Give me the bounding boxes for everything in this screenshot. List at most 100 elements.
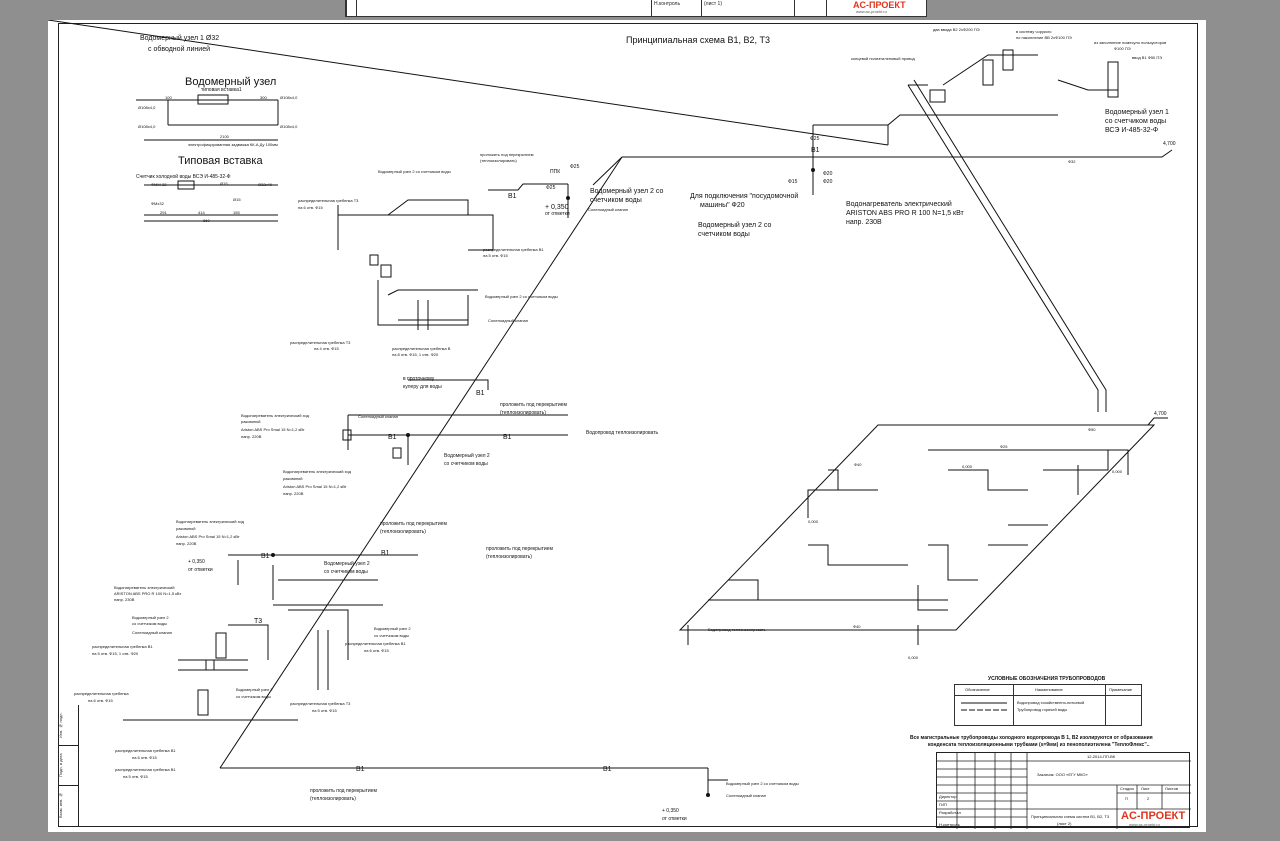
note: Водомерный узел 2 со счетчиком воды: [485, 294, 558, 299]
note: В1: [508, 193, 517, 200]
plan-label: Ф40: [854, 462, 862, 467]
plan-label: Ф50: [1088, 427, 1096, 432]
meter-title-1: Водомерный узел 1 Ø32: [140, 35, 220, 42]
meter-insert-label: типовая вставка1: [201, 87, 242, 93]
note: распределительная гребенка Т3: [298, 198, 359, 203]
note: на 6 отв. Ф15: [132, 755, 157, 760]
stage-value: П: [1125, 796, 1128, 801]
sheets-label: Листов: [1165, 786, 1178, 791]
insert-dim: ФММ-32: [151, 182, 167, 187]
prev-cell: [356, 0, 649, 16]
note: В1: [476, 390, 485, 397]
plan-label: 0,000: [808, 519, 819, 524]
meter-title-2: с обводной линией: [148, 46, 210, 53]
note: ARISTON ABS PRO R 100 N=1,5 кВт: [846, 210, 964, 217]
note: В1: [381, 550, 390, 557]
stage-label: Стадия: [1120, 786, 1134, 791]
customer: Заказчик: ООО «ЕГУ МКО»: [1037, 772, 1088, 777]
role: Директор: [939, 794, 957, 799]
note: Водопровод теплоизолировать: [586, 430, 659, 436]
note: на 6 отв. Ф15: [88, 698, 113, 703]
bottom-note: Все магистральные трубопроводы холодного…: [910, 735, 1153, 741]
meter-dim: 100: [165, 95, 172, 100]
note: проложить под перекрытием: [310, 788, 377, 794]
note: распределительная гребенка: [74, 691, 129, 696]
note: В1: [356, 766, 365, 773]
note: ARISTON ABS PRO R 100 N=1,5 кВт: [114, 591, 182, 596]
sheet-value: 2: [1147, 796, 1150, 801]
note: раковиной: [176, 526, 196, 531]
note: ВСЭ И-485-32-Ф: [1105, 127, 1159, 134]
note: распределительная гребенка В1: [345, 641, 406, 646]
note: распределительная гребенка Т3: [290, 340, 351, 345]
note: В1: [388, 434, 397, 441]
note: Водомерный узел 2 со: [590, 188, 664, 195]
insert-dim: 155: [233, 210, 240, 215]
note: со счетчиком воды: [374, 633, 409, 638]
note: + 0,350: [545, 204, 569, 211]
legend-col-divider: [1013, 685, 1014, 725]
meter-valve-note: электрофицированная задвижка КК-А Ду 100…: [188, 142, 278, 147]
previous-sheet-tail: Н.контроль (лист 1) AC-ПРОЕКТ www.ac-pro…: [345, 0, 927, 17]
prev-logo-site: www.ac-proekt.ru: [856, 9, 887, 14]
prev-cell: [826, 0, 854, 16]
note: Соленоидный клапан: [358, 414, 398, 419]
insert-dim: ФМх32: [151, 201, 164, 206]
note: В1: [261, 553, 270, 560]
meter-dim: Ø108х4,0: [280, 124, 298, 129]
note: от отметки: [545, 211, 570, 217]
note: Водонагреватель электрический ход: [283, 469, 351, 474]
note: Водомерный узел 2: [324, 561, 370, 567]
elevation: 4,700: [1163, 141, 1176, 147]
note: на 5 отв. Ф15: [123, 774, 148, 779]
note: на 6 отв. Ф15: [298, 205, 323, 210]
note: напр. 230В: [114, 597, 135, 602]
note: со счетчиком воды: [1105, 118, 1167, 125]
meter-dim: Ø108х4,0: [280, 95, 298, 100]
note: Ф20: [823, 179, 833, 185]
prev-cell: [794, 0, 827, 16]
note: Ф25: [570, 164, 580, 170]
legend-row2: Трубопровод горячей воды: [1017, 707, 1068, 712]
note: напр. 230В: [846, 219, 882, 226]
note: Соленоидный клапан: [488, 318, 528, 323]
legend-table: Обозначение Наименование Примечание Водо…: [954, 684, 1142, 726]
note: Водомерный узел 2: [236, 687, 273, 692]
meter-dim: 2100: [220, 134, 229, 139]
note: Водонагреватель электрический: [846, 201, 952, 208]
note: Водомерный узел 1: [1105, 109, 1169, 116]
main-title: Принципиальная схема В1, В2, Т3: [626, 35, 770, 45]
plan-label: Ф25: [1000, 444, 1008, 449]
note: Ariston ABS Pro Smal 15 N=1,2 кВт: [176, 534, 240, 539]
note: распределительная гребенка В: [392, 346, 451, 351]
note: из заполнение помесуло пользуоторов: [1094, 40, 1167, 45]
typical-insert-heading: Типовая вставка: [178, 155, 263, 167]
note: Ф25: [546, 185, 556, 191]
prev-stamp: Н.контроль: [651, 0, 699, 16]
note: счетчиком воды: [698, 231, 750, 238]
note: Водомерный узел 2: [374, 626, 411, 631]
note: напр. 220В: [283, 491, 304, 496]
note: на 4 отв. Ф15: [314, 346, 339, 351]
note: (теплоизолировать): [380, 529, 426, 535]
note: В1: [503, 434, 512, 441]
note: В1: [603, 766, 612, 773]
plan-label: Ф40: [853, 624, 861, 629]
sheet-title: Принципиальная схема систем В1, В2, Т3: [1031, 814, 1110, 819]
note: со счетчиком воды: [444, 461, 488, 467]
note: Водомерный узел 2: [132, 615, 169, 620]
note: Для подключения "посудомочной: [690, 193, 799, 200]
note: распределительная гребенка В1: [115, 767, 176, 772]
note: распределительная гребенка В1: [92, 644, 153, 649]
note: Водомерный узел 2 со счетчиком воды: [726, 781, 799, 786]
note: Ф25: [810, 136, 820, 142]
note: на 6 отв. Ф15: [364, 648, 389, 653]
note: ППК: [550, 169, 561, 175]
note: проложить под перекрытием: [486, 546, 553, 552]
plan-label: 0,000: [908, 655, 919, 660]
insert-dim: 414: [198, 210, 205, 215]
note: от отметки: [188, 567, 213, 573]
insert-dim: Ø32х40: [258, 182, 273, 187]
role: ГИП: [939, 802, 947, 807]
insert-dim: 860: [203, 218, 210, 223]
